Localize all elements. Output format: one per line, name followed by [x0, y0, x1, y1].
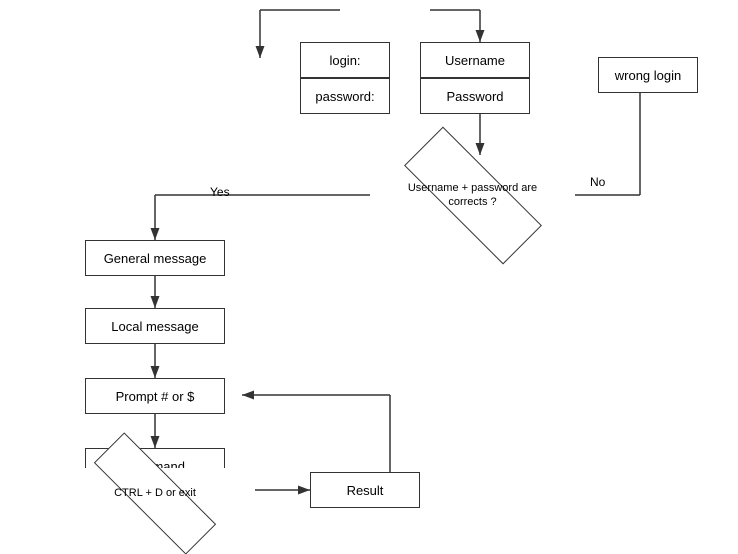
password-label-box: password: — [300, 78, 390, 114]
yes-label: Yes — [210, 185, 230, 199]
general-message-text: General message — [104, 251, 207, 266]
username-box: Username — [420, 42, 530, 78]
wrong-login-box: wrong login — [598, 57, 698, 93]
password-box: Password — [420, 78, 530, 114]
result-box: Result — [310, 472, 420, 508]
wrong-login-text: wrong login — [615, 68, 682, 83]
prompt-text: Prompt # or $ — [116, 389, 195, 404]
local-message-box: Local message — [85, 308, 225, 344]
no-label: No — [590, 175, 605, 189]
prompt-box: Prompt # or $ — [85, 378, 225, 414]
exit-text: CTRL + D or exit — [114, 487, 196, 499]
credentials-text: Username + password are corrects ? — [370, 181, 575, 210]
password-label-text: password: — [315, 89, 374, 104]
password-text: Password — [446, 89, 503, 104]
local-message-text: Local message — [111, 319, 198, 334]
exit-diamond: CTRL + D or exit — [55, 468, 255, 518]
credentials-diamond: Username + password are corrects ? — [370, 155, 575, 235]
flowchart-diagram: login: Username password: Password wrong… — [0, 0, 738, 518]
result-text: Result — [347, 483, 384, 498]
login-label-text: login: — [329, 53, 360, 68]
general-message-box: General message — [85, 240, 225, 276]
login-label-box: login: — [300, 42, 390, 78]
username-text: Username — [445, 53, 505, 68]
